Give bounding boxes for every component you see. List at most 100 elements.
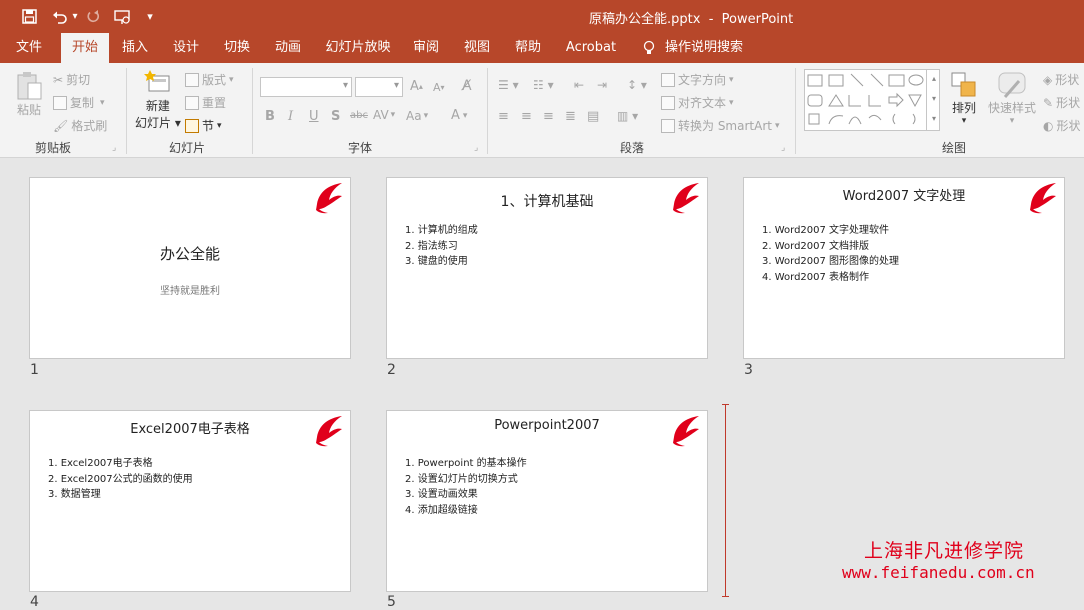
slide-thumbnail[interactable]: 1、计算机基础 1. 计算机的组成 2. 指法练习 3. 键盘的使用 xyxy=(386,177,708,359)
tell-me-search[interactable]: 操作说明搜索 xyxy=(664,33,744,63)
font-size-combo[interactable] xyxy=(355,77,403,97)
tab-transitions[interactable]: 切换 xyxy=(215,33,259,63)
slide-number: 2 xyxy=(387,362,396,378)
bullet-item: 1. Word2007 文字处理软件 xyxy=(762,225,890,236)
paste-icon xyxy=(17,72,42,100)
slide-number: 1 xyxy=(30,362,39,378)
customize-qat-icon[interactable]: ▾ xyxy=(143,0,157,33)
slide-thumbnail[interactable]: 办公全能 坚持就是胜利 xyxy=(29,177,351,359)
present-from-start-icon[interactable] xyxy=(112,0,134,33)
new-slide-button[interactable]: 新建 幻灯片 ▾ xyxy=(135,69,181,131)
copy-button[interactable]: 复制 ▾ xyxy=(53,94,105,111)
tab-file[interactable]: 文件 xyxy=(6,33,52,63)
bullets-icon[interactable]: ☰ ▾ xyxy=(498,78,519,92)
strikethrough-button[interactable]: abc xyxy=(350,110,368,121)
quick-styles-icon xyxy=(998,72,1026,98)
bullet-item: 3. 数据管理 xyxy=(48,489,101,500)
tab-insert[interactable]: 插入 xyxy=(113,33,157,63)
distributed-icon[interactable]: ▤ xyxy=(587,109,599,124)
underline-button[interactable]: U xyxy=(309,109,319,124)
arrange-button[interactable]: 排列 ▾ xyxy=(950,71,978,126)
font-color-button[interactable]: A ▾ xyxy=(451,108,467,123)
section-button[interactable]: 节 ▾ xyxy=(185,117,222,134)
font-group-label: 字体 xyxy=(348,141,373,155)
shape-fill-button[interactable]: ◈ 形状 xyxy=(1043,71,1079,88)
layout-button[interactable]: 版式 ▾ xyxy=(185,71,234,88)
smartart-button[interactable]: 转换为 SmartArt ▾ xyxy=(661,117,780,134)
tab-slideshow[interactable]: 幻灯片放映 xyxy=(318,33,398,63)
reset-button[interactable]: 重置 xyxy=(185,94,226,111)
tab-review[interactable]: 审阅 xyxy=(404,33,448,63)
layout-icon xyxy=(185,72,199,87)
bullet-item: 4. Word2007 表格制作 xyxy=(762,271,870,283)
redo-icon[interactable] xyxy=(84,0,102,33)
shape-fill-label: 形状 xyxy=(1055,73,1080,87)
char-spacing-button[interactable]: AV ▾ xyxy=(373,108,395,122)
slide-subtitle: 坚持就是胜利 xyxy=(160,286,220,297)
clear-format-icon[interactable]: A̸ xyxy=(462,78,472,94)
feather-logo-icon xyxy=(316,183,342,214)
columns-icon[interactable]: ▥ ▾ xyxy=(617,109,638,123)
reset-label: 重置 xyxy=(202,96,227,110)
undo-dropdown-icon[interactable]: ▾ xyxy=(70,0,80,33)
numbering-icon[interactable]: ☷ ▾ xyxy=(533,78,554,92)
cut-button[interactable]: ✂ 剪切 xyxy=(53,71,90,88)
bold-button[interactable]: B xyxy=(265,109,275,124)
line-spacing-icon[interactable]: ↕ ▾ xyxy=(627,78,647,92)
bullet-item: 3. Word2007 图形图像的处理 xyxy=(762,256,900,267)
paste-button[interactable]: 粘贴 xyxy=(15,71,43,118)
italic-button[interactable]: I xyxy=(288,109,293,124)
justify-icon[interactable]: ≣ xyxy=(565,109,576,124)
paragraph-launcher-icon[interactable]: ⌟ xyxy=(781,143,785,153)
align-center-icon[interactable]: ≡ xyxy=(521,109,532,124)
slide-thumbnail[interactable]: Word2007 文字处理 1. Word2007 文字处理软件 2. Word… xyxy=(743,177,1065,359)
tab-acrobat[interactable]: Acrobat xyxy=(560,33,622,63)
tab-view[interactable]: 视图 xyxy=(455,33,499,63)
font-launcher-icon[interactable]: ⌟ xyxy=(474,143,478,153)
slide-thumbnail[interactable]: Excel2007电子表格 1. Excel2007电子表格 2. Excel2… xyxy=(29,410,351,592)
new-slide-label-2: 幻灯片 ▾ xyxy=(135,116,181,130)
bullet-item: 2. 指法练习 xyxy=(405,240,458,252)
tab-help[interactable]: 帮助 xyxy=(506,33,550,63)
tab-design[interactable]: 设计 xyxy=(164,33,208,63)
clipboard-group-label: 剪贴板 xyxy=(35,141,72,155)
cut-label: 剪切 xyxy=(66,73,91,87)
bullet-item: 3. 键盘的使用 xyxy=(405,256,468,267)
text-direction-button[interactable]: 文字方向 ▾ xyxy=(661,71,734,88)
font-name-combo[interactable] xyxy=(260,77,352,97)
shape-effects-button[interactable]: ◐ 形状 xyxy=(1043,117,1081,134)
change-case-button[interactable]: Aa ▾ xyxy=(406,109,428,123)
slide-number: 4 xyxy=(30,594,39,610)
grow-font-button[interactable]: A ▴ xyxy=(410,79,423,94)
save-icon[interactable] xyxy=(18,0,40,33)
shape-outline-label: 形状 xyxy=(1056,96,1081,110)
increase-indent-icon[interactable]: ⇥ xyxy=(597,78,607,92)
align-right-icon[interactable]: ≡ xyxy=(543,109,554,124)
paint-bucket-icon: ◈ xyxy=(1043,72,1053,87)
shadow-button[interactable]: S xyxy=(331,109,340,124)
bullet-item: 1. 计算机的组成 xyxy=(405,225,478,236)
gallery-scroll[interactable]: ▴ ▾ ▾ xyxy=(926,69,941,131)
clipboard-launcher-icon[interactable]: ⌟ xyxy=(112,143,116,153)
tab-home[interactable]: 开始 xyxy=(61,33,109,63)
align-text-icon xyxy=(661,95,675,110)
format-painter-label: 格式刷 xyxy=(71,119,108,133)
decrease-indent-icon[interactable]: ⇤ xyxy=(574,78,584,92)
tab-animations[interactable]: 动画 xyxy=(266,33,310,63)
scissors-icon: ✂ xyxy=(53,72,64,87)
bullet-item: 3. 设置动画效果 xyxy=(405,489,478,500)
quick-styles-button[interactable]: 快速样式 ▾ xyxy=(988,71,1036,126)
paragraph-group-label: 段落 xyxy=(620,141,645,155)
copy-label: 复制 xyxy=(70,96,95,110)
undo-icon[interactable] xyxy=(49,0,71,33)
align-text-button[interactable]: 对齐文本 ▾ xyxy=(661,94,734,111)
bullet-item: 2. Word2007 文档排版 xyxy=(762,240,870,252)
bullet-item: 2. 设置幻灯片的切换方式 xyxy=(405,473,518,485)
shrink-font-button[interactable]: A ▾ xyxy=(433,81,445,94)
slide-thumbnail[interactable]: Powerpoint2007 1. Powerpoint 的基本操作 2. 设置… xyxy=(386,410,708,592)
format-painter-button[interactable]: 🖌 格式刷 xyxy=(53,117,107,134)
align-left-icon[interactable]: ≡ xyxy=(498,109,509,124)
shapes-gallery[interactable] xyxy=(804,69,940,131)
insertion-cursor xyxy=(722,404,729,597)
shape-outline-button[interactable]: ✎ 形状 xyxy=(1043,94,1080,111)
